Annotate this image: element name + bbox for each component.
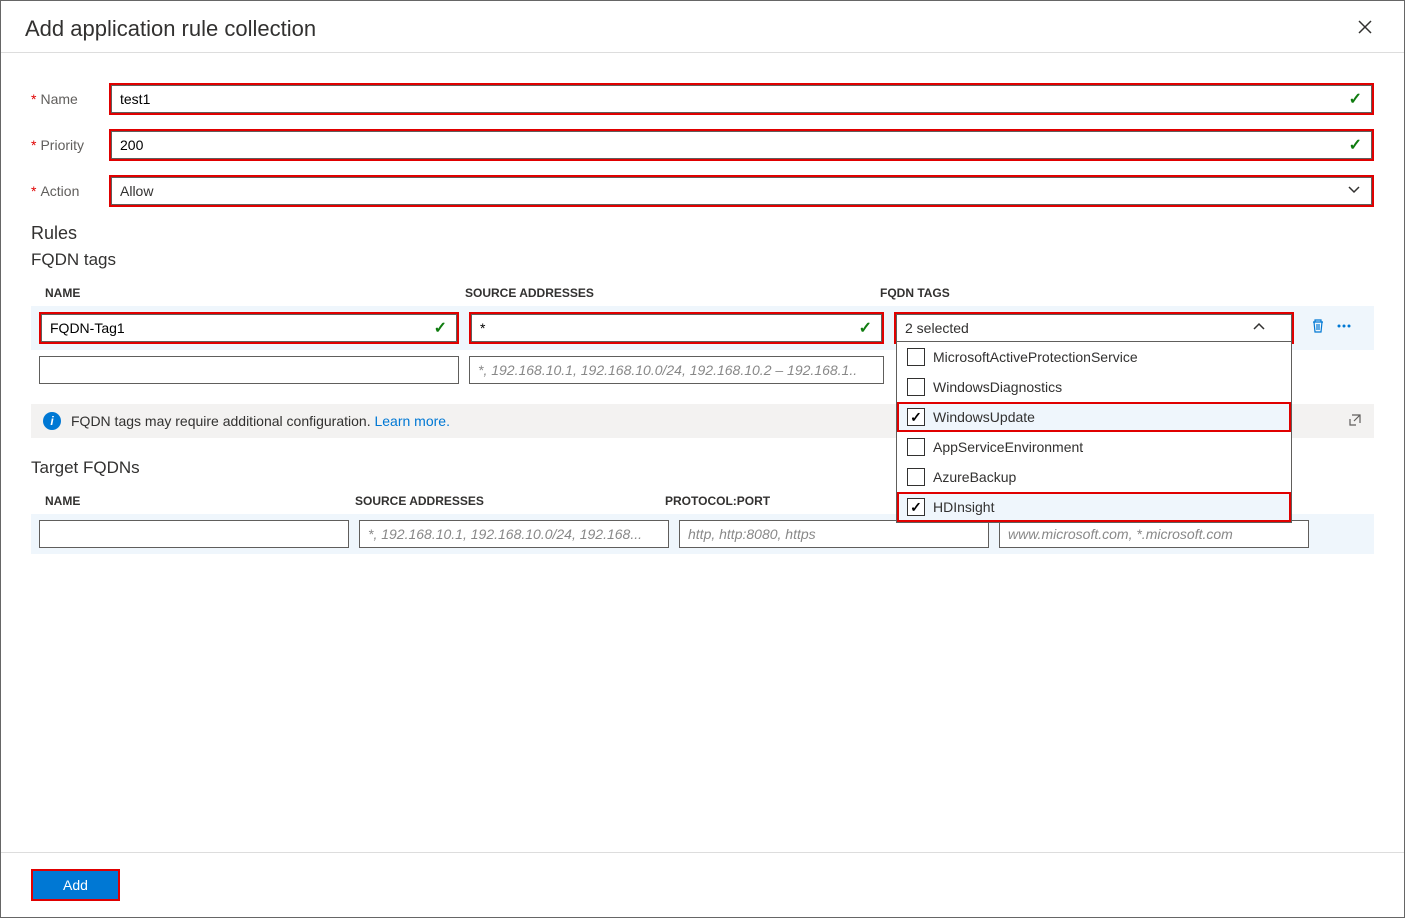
fqdn-tags-option-label: WindowsUpdate: [933, 409, 1035, 425]
target-name-input[interactable]: [39, 520, 349, 548]
more-options-button[interactable]: [1334, 316, 1354, 341]
fqdn-tags-option[interactable]: AppServiceEnvironment: [897, 432, 1291, 462]
fqdn-source-input[interactable]: [469, 356, 884, 384]
trash-icon: [1310, 318, 1326, 338]
target-header-name: NAME: [45, 494, 355, 508]
checkbox-icon: [907, 468, 925, 486]
close-button[interactable]: [1350, 13, 1380, 44]
fqdn-tags-dropdown[interactable]: 2 selected: [896, 314, 1292, 342]
checkbox-icon: [907, 348, 925, 366]
checkbox-icon: [907, 438, 925, 456]
fqdn-header-source: SOURCE ADDRESSES: [465, 286, 880, 300]
required-asterisk-icon: *: [31, 91, 36, 107]
fqdn-source-input[interactable]: [471, 314, 882, 342]
fqdn-tags-subtitle: FQDN tags: [31, 250, 1374, 270]
more-icon: [1336, 318, 1352, 338]
fqdn-tags-option-label: AppServiceEnvironment: [933, 439, 1083, 455]
fqdn-tags-option[interactable]: MicrosoftActiveProtectionService: [897, 342, 1291, 372]
checkbox-icon: [907, 408, 925, 426]
close-icon: [1358, 17, 1372, 39]
name-input[interactable]: [111, 85, 1372, 113]
target-protocol-input[interactable]: [679, 520, 989, 548]
action-select[interactable]: Allow: [111, 177, 1372, 205]
delete-rule-button[interactable]: [1308, 316, 1328, 341]
rules-section-title: Rules: [31, 223, 1374, 244]
learn-more-link[interactable]: Learn more.: [374, 413, 449, 429]
info-icon: i: [43, 412, 61, 430]
fqdn-tags-option-label: MicrosoftActiveProtectionService: [933, 349, 1138, 365]
checkbox-icon: [907, 378, 925, 396]
target-fqdn-input[interactable]: [999, 520, 1309, 548]
priority-label: * Priority: [31, 137, 109, 153]
fqdn-name-input[interactable]: [41, 314, 457, 342]
target-source-input[interactable]: [359, 520, 669, 548]
fqdn-header-name: NAME: [45, 286, 465, 300]
checkbox-icon: [907, 498, 925, 516]
fqdn-tags-option-label: WindowsDiagnostics: [933, 379, 1062, 395]
info-banner-text: FQDN tags may require additional configu…: [71, 413, 374, 429]
priority-input[interactable]: [111, 131, 1372, 159]
page-title: Add application rule collection: [25, 16, 316, 42]
required-asterisk-icon: *: [31, 137, 36, 153]
fqdn-tags-option[interactable]: WindowsDiagnostics: [897, 372, 1291, 402]
action-label-text: Action: [40, 183, 79, 199]
required-asterisk-icon: *: [31, 183, 36, 199]
name-label: * Name: [31, 91, 109, 107]
add-button[interactable]: Add: [33, 871, 118, 899]
open-external-icon[interactable]: [1348, 413, 1362, 430]
fqdn-tags-option-label: HDInsight: [933, 499, 994, 515]
fqdn-tags-option[interactable]: HDInsight: [897, 492, 1291, 522]
fqdn-tags-option-label: AzureBackup: [933, 469, 1016, 485]
fqdn-tags-dropdown-label: 2 selected: [905, 320, 969, 336]
fqdn-name-input[interactable]: [39, 356, 459, 384]
fqdn-header-tags: FQDN TAGS: [880, 286, 1280, 300]
fqdn-tags-option[interactable]: AzureBackup: [897, 462, 1291, 492]
name-label-text: Name: [40, 91, 77, 107]
action-select-value: Allow: [120, 183, 153, 199]
fqdn-table-row: ✓ ✓ 2 selected MicrosoftActiveProtection…: [31, 306, 1374, 350]
chevron-up-icon: [1253, 320, 1265, 336]
target-header-source: SOURCE ADDRESSES: [355, 494, 665, 508]
action-label: * Action: [31, 183, 109, 199]
fqdn-tags-option[interactable]: WindowsUpdate: [897, 402, 1291, 432]
priority-label-text: Priority: [40, 137, 84, 153]
fqdn-tags-dropdown-panel: MicrosoftActiveProtectionService WindowsD…: [896, 342, 1292, 523]
